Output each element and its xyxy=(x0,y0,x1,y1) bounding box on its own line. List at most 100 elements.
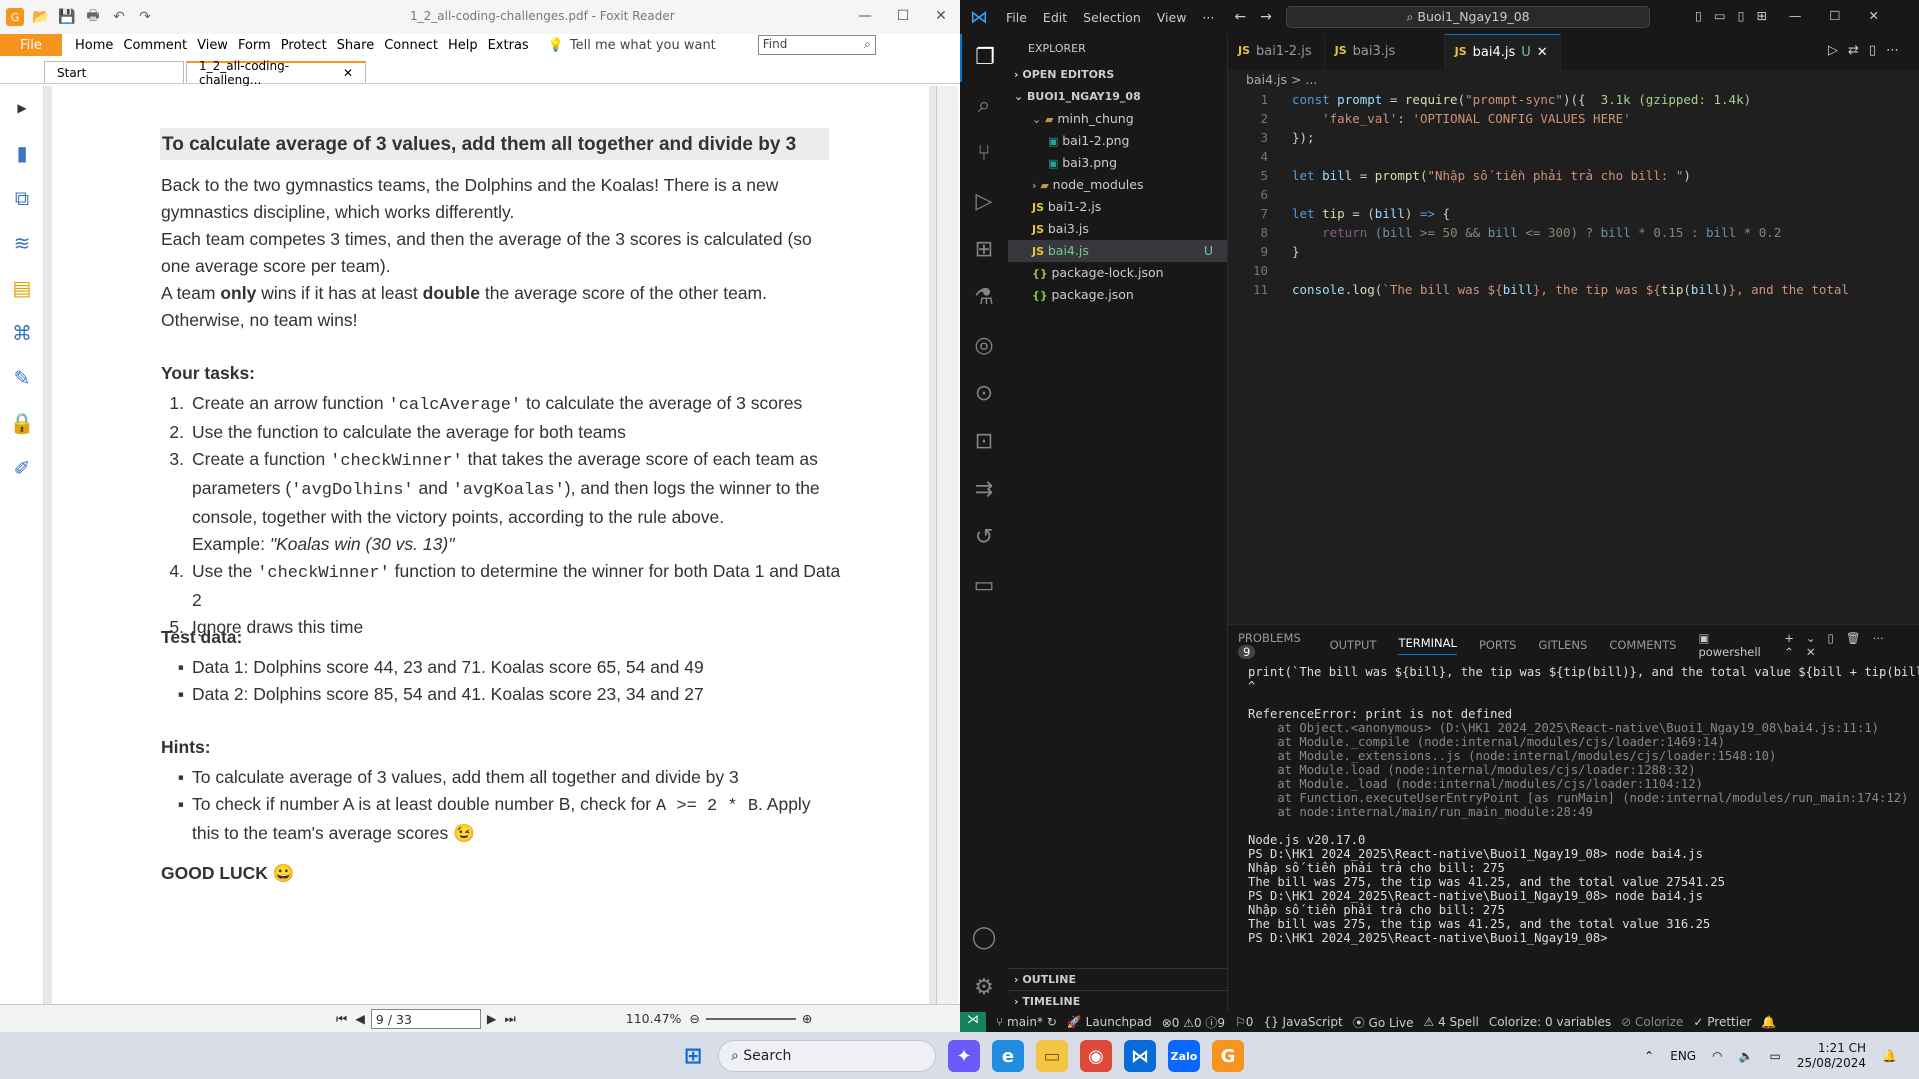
tell-me-box[interactable]: 💡 Tell me what you want xyxy=(548,38,716,53)
account-icon[interactable]: ◯ xyxy=(960,914,1008,962)
tree-item[interactable]: ▣ bai1-2.png xyxy=(1008,130,1227,152)
gitlens-icon[interactable]: ⊙ xyxy=(960,370,1008,418)
close-tab-icon[interactable]: ✕ xyxy=(343,66,353,80)
redo-icon[interactable]: ↷ xyxy=(136,8,154,26)
shell-selector[interactable]: ▣ powershell xyxy=(1698,631,1762,659)
signature-icon[interactable]: ✎ xyxy=(0,356,44,401)
attachment-icon[interactable]: ⌘ xyxy=(0,311,44,356)
command-center[interactable]: ⌕ Buoi1_Ngay19_08 xyxy=(1286,6,1650,28)
tab-document[interactable]: 1_2_all-coding-challeng... ✕ xyxy=(186,59,366,87)
language-indicator[interactable]: ENG xyxy=(1670,1049,1696,1063)
zalo-icon[interactable]: Zalo xyxy=(1168,1040,1200,1072)
history-icon[interactable]: ↺ xyxy=(960,514,1008,562)
taskbar-search[interactable]: ⌕ Search xyxy=(718,1040,936,1072)
pdf-scrollbar[interactable] xyxy=(936,86,958,1004)
extensions-icon[interactable]: ⊞ xyxy=(960,226,1008,274)
close-tab-icon[interactable]: ✕ xyxy=(1537,45,1548,70)
tab-bai4[interactable]: JS bai4.js U ✕ xyxy=(1444,34,1561,70)
wifi-icon[interactable]: ◠ xyxy=(1712,1049,1722,1063)
live-share-icon[interactable]: ⇉ xyxy=(960,466,1008,514)
tree-item[interactable]: JS bai3.js xyxy=(1008,218,1227,240)
tab-gitlens[interactable]: GITLENS xyxy=(1538,638,1587,652)
tab-bai3[interactable]: JS bai3.js xyxy=(1325,34,1445,70)
menu-file[interactable]: File xyxy=(998,10,1035,25)
window-controls[interactable]: —☐✕ xyxy=(1789,8,1907,23)
next-page-icon[interactable]: ▶ xyxy=(487,1011,497,1026)
save-icon[interactable]: 💾 xyxy=(58,8,76,26)
colorize-vars-status[interactable]: Colorize: 0 variables xyxy=(1489,1015,1611,1029)
pages-icon[interactable]: ⧉ xyxy=(0,176,44,221)
volume-icon[interactable]: 🔈 xyxy=(1739,1049,1754,1063)
lock-icon[interactable]: 🔒 xyxy=(0,401,44,446)
tray-overflow-icon[interactable]: ⌃ xyxy=(1644,1049,1654,1063)
spell-status[interactable]: ⚠ 4 Spell xyxy=(1424,1015,1479,1029)
comments-icon[interactable]: ▤ xyxy=(0,266,44,311)
zoom-level[interactable]: 110.47% xyxy=(626,1011,682,1026)
print-icon[interactable]: 🖶 xyxy=(84,8,102,26)
tab-bai1-2[interactable]: JS bai1-2.js xyxy=(1228,34,1325,70)
zoom-out-icon[interactable]: ⊖ xyxy=(689,1011,699,1026)
menu-view[interactable]: View xyxy=(1149,10,1195,25)
remote-icon[interactable]: ◎ xyxy=(960,322,1008,370)
editor-actions[interactable]: ▷⇄▯⋯ xyxy=(1818,34,1919,70)
ports-status[interactable]: ⚐0 xyxy=(1235,1015,1253,1029)
find-input[interactable]: Find ⌕ xyxy=(757,35,876,55)
bookmark-icon[interactable]: ⊡ xyxy=(960,418,1008,466)
close-icon[interactable]: ✕ xyxy=(922,0,960,32)
back-icon[interactable]: ← xyxy=(1234,9,1246,25)
remote-indicator-icon[interactable]: ⋊ xyxy=(960,1012,986,1032)
panel-actions[interactable]: +⌄▯🗑⋯⌃✕ xyxy=(1784,631,1919,659)
tree-item[interactable]: JS bai1-2.js xyxy=(1008,196,1227,218)
bookmark-icon[interactable]: ▮ xyxy=(0,131,44,176)
first-page-icon[interactable]: ⏮ xyxy=(336,1011,347,1027)
last-page-icon[interactable]: ⏭ xyxy=(505,1011,516,1027)
workspace-root[interactable]: ⌄ BUOI1_NGAY19_08 xyxy=(1008,86,1227,108)
open-editors-section[interactable]: › OPEN EDITORS xyxy=(1008,64,1227,86)
menu-help[interactable]: Help xyxy=(443,38,483,53)
pen-icon[interactable]: ✐ xyxy=(0,446,44,491)
menu-connect[interactable]: Connect xyxy=(379,38,443,53)
copilot-icon[interactable]: ✦ xyxy=(948,1040,980,1072)
prettier-status[interactable]: ✓ Prettier xyxy=(1693,1015,1751,1029)
foxit-taskbar-icon[interactable]: G xyxy=(1212,1040,1244,1072)
tree-item[interactable]: ▣ bai3.png xyxy=(1008,152,1227,174)
menu-form[interactable]: Form xyxy=(233,38,276,53)
testing-icon[interactable]: ⚗ xyxy=(960,274,1008,322)
tree-item[interactable]: {} package.json xyxy=(1008,284,1227,306)
menu-comment[interactable]: Comment xyxy=(118,38,192,53)
explorer-icon[interactable]: ❐ xyxy=(960,34,1008,82)
menu-selection[interactable]: Selection xyxy=(1075,10,1149,25)
menu-protect[interactable]: Protect xyxy=(276,38,332,53)
forward-icon[interactable]: → xyxy=(1260,9,1272,25)
tab-problems[interactable]: PROBLEMS 9 xyxy=(1238,631,1308,659)
outline-section[interactable]: › OUTLINE xyxy=(1008,968,1228,990)
battery-icon[interactable]: ▭ xyxy=(1770,1049,1781,1063)
search-icon[interactable]: ⌕ xyxy=(960,82,1008,130)
tab-ports[interactable]: PORTS xyxy=(1479,638,1516,652)
start-icon[interactable]: ⊞ xyxy=(677,1040,709,1072)
settings-gear-icon[interactable]: ⚙ xyxy=(960,964,1008,1012)
page-number-field[interactable]: 9 / 33 xyxy=(370,1008,481,1029)
chrome-icon[interactable]: ◉ xyxy=(1080,1040,1112,1072)
notifications-icon[interactable]: 🔔 xyxy=(1761,1015,1776,1029)
minimize-icon[interactable]: — xyxy=(846,0,884,32)
edge-icon[interactable]: e xyxy=(992,1040,1024,1072)
tree-item[interactable]: {} package-lock.json xyxy=(1008,262,1227,284)
tab-terminal[interactable]: TERMINAL xyxy=(1398,636,1457,655)
file-menu[interactable]: File xyxy=(0,34,62,56)
menu-more[interactable]: ··· xyxy=(1194,10,1222,25)
file-explorer-icon[interactable]: ▭ xyxy=(1036,1040,1068,1072)
undo-icon[interactable]: ↶ xyxy=(110,8,128,26)
menu-share[interactable]: Share xyxy=(332,38,380,53)
branch-status[interactable]: ⑂ main* ↻ xyxy=(996,1015,1057,1029)
zoom-in-icon[interactable]: ⊕ xyxy=(802,1011,812,1026)
menu-extras[interactable]: Extras xyxy=(483,38,534,53)
vscode-taskbar-icon[interactable]: ⋈ xyxy=(1124,1040,1156,1072)
colorize-status[interactable]: ⊘ Colorize xyxy=(1621,1015,1683,1029)
terminal-output[interactable]: print(`The bill was ${bill}, the tip was… xyxy=(1228,665,1919,945)
tab-output[interactable]: OUTPUT xyxy=(1330,638,1377,652)
menu-view[interactable]: View xyxy=(192,38,233,53)
expand-arrow-icon[interactable]: ▶ xyxy=(0,86,44,131)
tab-start[interactable]: Start xyxy=(44,61,184,83)
source-control-icon[interactable]: ⑂ xyxy=(960,130,1008,178)
